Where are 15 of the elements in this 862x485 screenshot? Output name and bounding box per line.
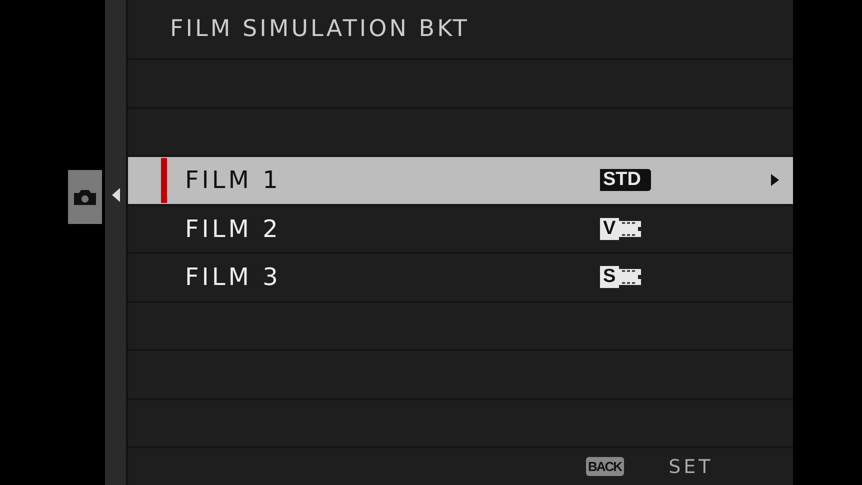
menu-title: FILM SIMULATION BKT bbox=[128, 0, 793, 60]
caret-left-icon bbox=[112, 188, 120, 202]
menu-item[interactable]: FILM 3 S bbox=[128, 254, 793, 302]
menu-item[interactable]: FILM 2 V bbox=[128, 206, 793, 254]
film-badge: V bbox=[600, 218, 619, 240]
caret-right-icon bbox=[771, 174, 779, 186]
film-badge: S bbox=[600, 266, 619, 288]
menu-item[interactable]: FILM 1 STD bbox=[128, 157, 793, 206]
film-strip-icon bbox=[618, 218, 641, 239]
film-badge: STD bbox=[600, 169, 651, 192]
back-key: BACK bbox=[586, 457, 624, 476]
set-label: SET bbox=[668, 456, 714, 478]
film-strip-icon bbox=[618, 267, 641, 288]
camera-tab[interactable] bbox=[68, 170, 102, 224]
camera-icon bbox=[74, 189, 96, 205]
